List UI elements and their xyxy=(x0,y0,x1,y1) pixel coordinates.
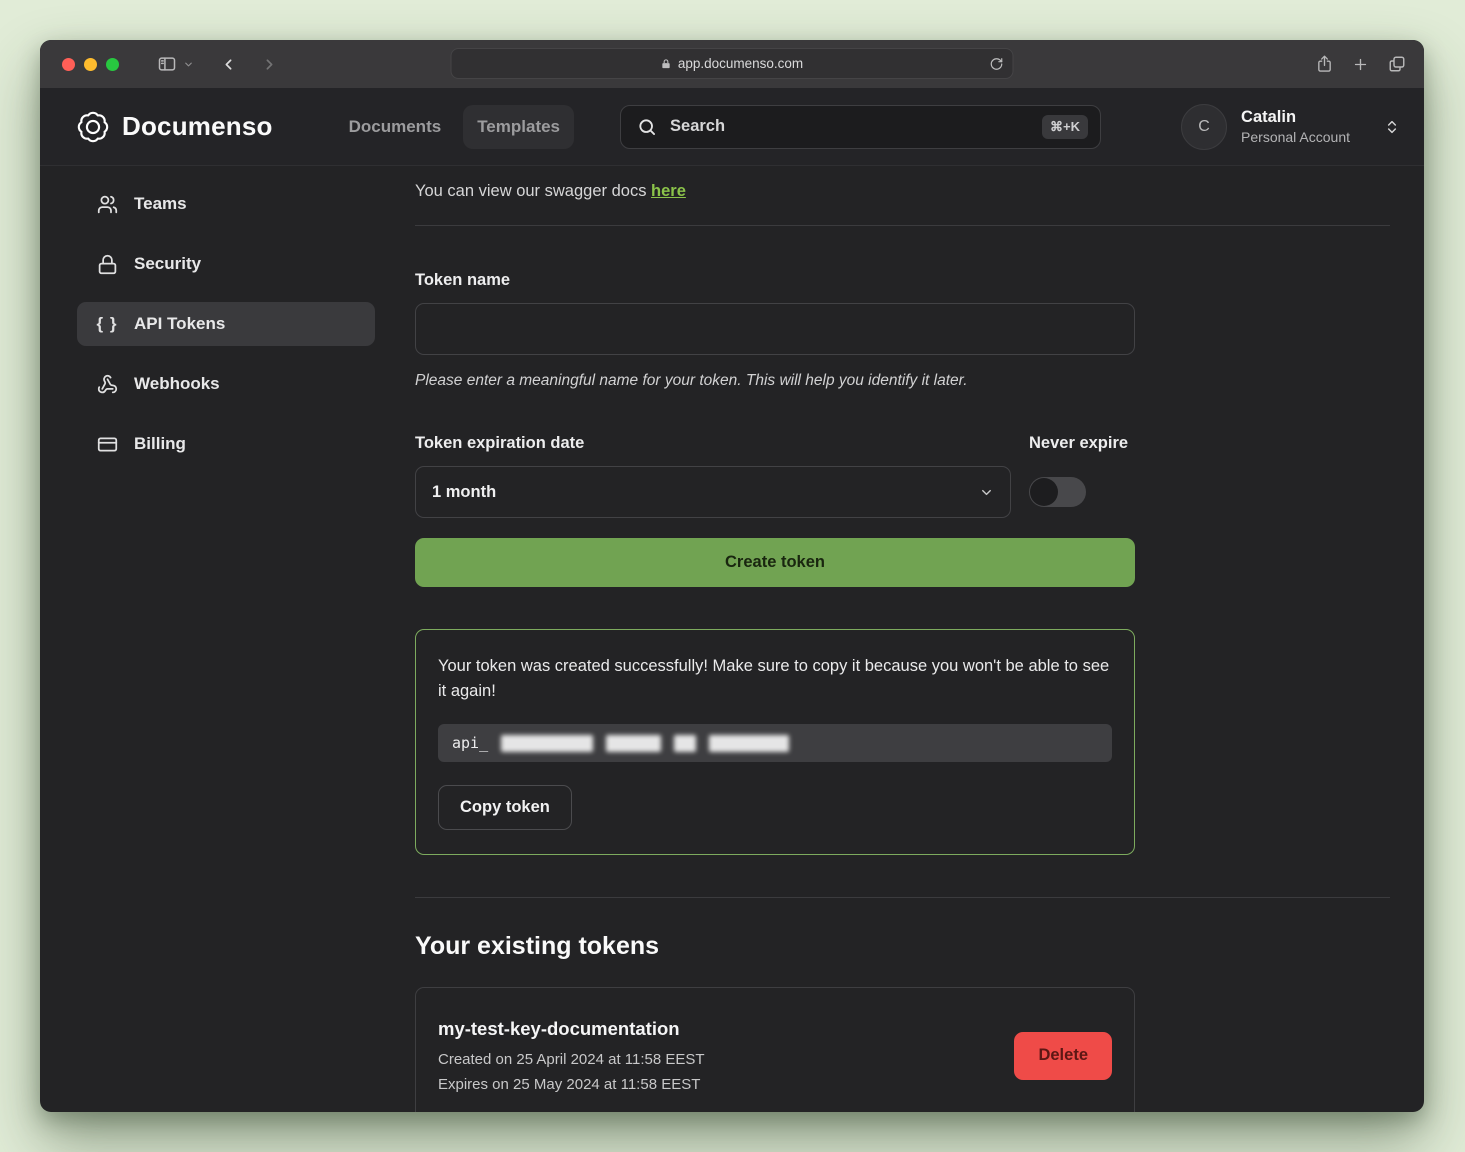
address-bar[interactable]: app.documenso.com xyxy=(451,48,1014,79)
url-text: app.documenso.com xyxy=(678,56,803,71)
lock-icon xyxy=(661,58,672,70)
delete-token-button[interactable]: Delete xyxy=(1014,1032,1112,1080)
sidebar-menu-chevron-icon[interactable] xyxy=(183,59,194,70)
chevron-down-icon xyxy=(979,485,994,500)
expiration-select[interactable]: 1 month xyxy=(415,466,1011,518)
lock-icon xyxy=(95,254,119,275)
redacted-token-segment xyxy=(606,735,661,752)
token-expires-date: Expires on 25 May 2024 at 11:58 EEST xyxy=(438,1076,705,1093)
new-tab-icon[interactable] xyxy=(1352,56,1369,73)
token-card-name: my-test-key-documentation xyxy=(438,1018,705,1040)
search-icon xyxy=(637,117,657,137)
webhook-icon xyxy=(95,374,119,395)
divider xyxy=(415,225,1390,226)
avatar: C xyxy=(1181,104,1227,150)
token-prefix-text: api_ xyxy=(452,734,488,752)
token-created-date: Created on 25 April 2024 at 11:58 EEST xyxy=(438,1051,705,1068)
expiration-selected-value: 1 month xyxy=(432,483,496,502)
account-type: Personal Account xyxy=(1241,129,1350,145)
credit-card-icon xyxy=(95,434,119,455)
sidebar-toggle-icon[interactable] xyxy=(157,54,177,74)
token-value-field: api_ xyxy=(438,724,1112,762)
api-tokens-page: You can view our swagger docs here Token… xyxy=(415,166,1390,1112)
never-expire-toggle[interactable] xyxy=(1029,477,1086,507)
settings-sidebar: Teams Security { } API Tokens Webhooks xyxy=(77,166,375,1112)
token-name-label: Token name xyxy=(415,271,1135,290)
sidebar-item-label: API Tokens xyxy=(134,314,225,334)
sidebar-item-label: Webhooks xyxy=(134,374,220,394)
toggle-knob xyxy=(1030,478,1058,506)
browser-window: app.documenso.com xyxy=(40,40,1424,1112)
search-shortcut-badge: ⌘+K xyxy=(1042,115,1088,139)
share-icon[interactable] xyxy=(1316,55,1333,73)
documenso-logo-icon xyxy=(76,110,110,144)
tab-overview-icon[interactable] xyxy=(1388,55,1406,73)
search-input[interactable]: Search ⌘+K xyxy=(620,105,1101,149)
forward-button[interactable] xyxy=(261,56,278,73)
chevrons-up-down-icon xyxy=(1384,119,1400,135)
sidebar-item-teams[interactable]: Teams xyxy=(77,182,375,226)
swagger-docs-link[interactable]: here xyxy=(651,182,686,200)
nav-documents[interactable]: Documents xyxy=(335,105,456,149)
sidebar-item-label: Teams xyxy=(134,194,187,214)
account-name: Catalin xyxy=(1241,108,1350,127)
never-expire-label: Never expire xyxy=(1029,434,1135,453)
token-name-help: Please enter a meaningful name for your … xyxy=(415,372,1135,390)
reload-icon[interactable] xyxy=(990,57,1004,71)
app-header: Documenso Documents Templates Search ⌘+K… xyxy=(40,88,1424,166)
token-created-message: Your token was created successfully! Mak… xyxy=(438,654,1110,704)
users-icon xyxy=(95,194,119,215)
token-created-alert: Your token was created successfully! Mak… xyxy=(415,629,1135,855)
traffic-lights xyxy=(62,58,119,71)
sidebar-item-webhooks[interactable]: Webhooks xyxy=(77,362,375,406)
back-button[interactable] xyxy=(220,56,237,73)
sidebar-item-security[interactable]: Security xyxy=(77,242,375,286)
sidebar-item-label: Billing xyxy=(134,434,186,454)
redacted-token-segment xyxy=(709,735,789,752)
minimize-window-button[interactable] xyxy=(84,58,97,71)
browser-toolbar: app.documenso.com xyxy=(40,40,1424,88)
existing-tokens-heading: Your existing tokens xyxy=(415,932,1390,961)
nav-templates[interactable]: Templates xyxy=(463,105,574,149)
search-placeholder: Search xyxy=(670,117,1042,136)
braces-icon: { } xyxy=(95,314,119,334)
token-card: my-test-key-documentation Created on 25 … xyxy=(415,987,1135,1112)
main-nav: Documents Templates xyxy=(335,105,574,149)
token-name-input[interactable] xyxy=(415,303,1135,355)
copy-token-button[interactable]: Copy token xyxy=(438,785,572,830)
account-menu[interactable]: C Catalin Personal Account xyxy=(1181,104,1400,150)
redacted-token-segment xyxy=(674,735,696,752)
close-window-button[interactable] xyxy=(62,58,75,71)
sidebar-item-label: Security xyxy=(134,254,201,274)
brand[interactable]: Documenso xyxy=(76,110,273,144)
sidebar-item-api-tokens[interactable]: { } API Tokens xyxy=(77,302,375,346)
redacted-token-segment xyxy=(501,735,593,752)
zoom-window-button[interactable] xyxy=(106,58,119,71)
brand-name: Documenso xyxy=(122,111,273,142)
divider xyxy=(415,897,1390,898)
token-expiration-label: Token expiration date xyxy=(415,434,1011,453)
sidebar-item-billing[interactable]: Billing xyxy=(77,422,375,466)
swagger-docs-line: You can view our swagger docs here xyxy=(415,182,1390,201)
create-token-button[interactable]: Create token xyxy=(415,538,1135,587)
